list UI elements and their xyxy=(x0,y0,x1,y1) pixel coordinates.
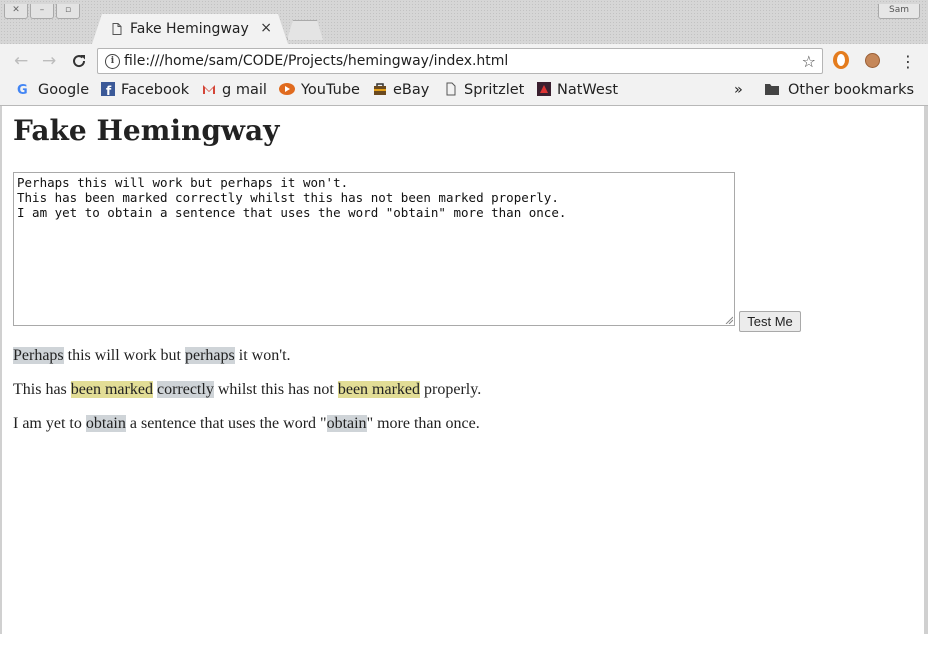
info-icon[interactable]: i xyxy=(105,54,120,69)
tab-title: Fake Hemingway xyxy=(130,21,249,37)
output-line: Perhaps this will work but perhaps it wo… xyxy=(13,347,291,365)
highlight-adverb: obtain xyxy=(326,415,367,432)
youtube-icon xyxy=(279,83,295,95)
tab-fake-hemingway[interactable]: Fake Hemingway × xyxy=(92,14,288,44)
bookmark-spritzlet[interactable]: Spritzlet xyxy=(444,82,524,98)
bookmark-google[interactable]: G Google xyxy=(16,82,89,98)
extension-cookie-icon[interactable] xyxy=(865,53,880,68)
output-line: I am yet to obtain a sentence that uses … xyxy=(13,415,480,433)
highlight-passive: been marked xyxy=(70,381,153,398)
output-text: it won't. xyxy=(234,347,291,364)
page-icon xyxy=(112,23,122,35)
highlight-adverb: correctly xyxy=(156,381,214,398)
window-controls: ✕ – ▫ xyxy=(4,4,80,19)
extension-orange-icon[interactable] xyxy=(833,51,849,69)
output-text: " more than once. xyxy=(366,415,480,432)
highlight-adverb: Perhaps xyxy=(13,347,64,364)
bookmarks-overflow-button[interactable]: » xyxy=(734,82,743,98)
output-line: This has been marked correctly whilst th… xyxy=(13,381,481,399)
reload-icon[interactable] xyxy=(71,53,87,69)
facebook-icon: f xyxy=(101,82,115,96)
bookmark-gmail[interactable]: g mail xyxy=(202,82,267,98)
toolbar: ← → i file:///home/sam/CODE/Projects/hem… xyxy=(0,44,928,78)
close-icon[interactable]: × xyxy=(260,20,272,36)
highlight-adverb: perhaps xyxy=(185,347,235,364)
gmail-icon xyxy=(203,85,215,94)
bookmarks-bar: G Google f Facebook g mail YouTube eBay Sp… xyxy=(0,78,928,106)
menu-icon[interactable]: ⋮ xyxy=(900,52,916,71)
browser-chrome: ✕ – ▫ Sam Fake Hemingway × ← → i file://… xyxy=(0,0,928,106)
bookmark-star-icon[interactable]: ☆ xyxy=(802,52,816,71)
page-title: Fake Hemingway xyxy=(13,114,280,147)
bookmark-ebay[interactable]: eBay xyxy=(373,82,429,98)
test-me-button[interactable]: Test Me xyxy=(739,311,801,332)
window-right-edge xyxy=(924,106,928,634)
text-input[interactable]: Perhaps this will work but perhaps it wo… xyxy=(13,172,735,326)
new-tab-button[interactable] xyxy=(287,20,323,40)
bookmark-natwest[interactable]: NatWest xyxy=(537,82,618,98)
google-icon: G xyxy=(17,83,28,96)
bookmark-facebook[interactable]: f Facebook xyxy=(101,82,189,98)
output-text: a sentence that uses the word " xyxy=(125,415,327,432)
minimize-window-button[interactable]: – xyxy=(30,4,54,19)
close-window-button[interactable]: ✕ xyxy=(4,4,28,19)
forward-button[interactable]: → xyxy=(42,51,56,71)
ebay-bag-icon xyxy=(374,83,386,95)
output-text: this will work but xyxy=(63,347,185,364)
profile-button[interactable]: Sam xyxy=(878,4,920,19)
url-text: file:///home/sam/CODE/Projects/hemingway… xyxy=(124,53,509,69)
window-left-edge xyxy=(0,106,2,634)
highlight-passive: been marked xyxy=(337,381,421,398)
page-icon xyxy=(446,82,456,96)
maximize-window-button[interactable]: ▫ xyxy=(56,4,80,19)
output-text: I am yet to xyxy=(13,415,86,432)
bookmark-other-bookmarks[interactable]: Other bookmarks xyxy=(765,82,914,98)
folder-icon xyxy=(765,84,779,95)
natwest-icon xyxy=(537,82,551,96)
highlight-adverb: obtain xyxy=(85,415,126,432)
svg-text:f: f xyxy=(106,84,112,96)
resize-handle-icon[interactable] xyxy=(725,316,733,324)
back-button[interactable]: ← xyxy=(14,51,28,71)
svg-text:G: G xyxy=(17,83,28,96)
output-text: This has xyxy=(13,381,71,398)
bookmark-youtube[interactable]: YouTube xyxy=(279,82,360,98)
page-content: Fake Hemingway Perhaps this will work bu… xyxy=(0,106,928,647)
address-bar[interactable]: i file:///home/sam/CODE/Projects/hemingw… xyxy=(97,48,823,74)
output-text: properly. xyxy=(420,381,482,398)
output-text: whilst this has not xyxy=(213,381,338,398)
